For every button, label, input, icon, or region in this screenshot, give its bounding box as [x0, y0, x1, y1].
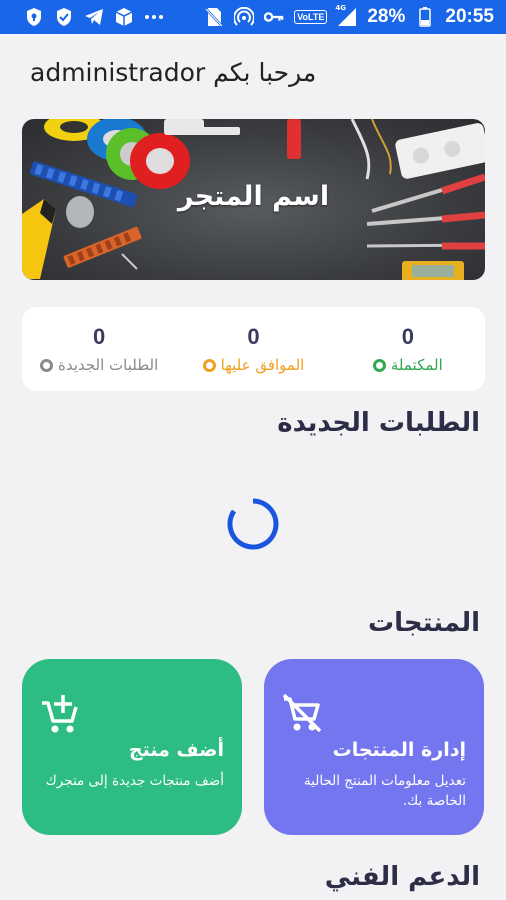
new-orders-status-dot [40, 358, 54, 372]
add-cart-icon [42, 695, 78, 733]
add-product-card[interactable]: أضف منتج أضف منتجات جديدة إلى متجرك [22, 659, 242, 835]
manage-products-description: تعديل معلومات المنتج الحالية الخاصة بك. [303, 773, 466, 809]
loading-spinner [227, 498, 279, 550]
support-heading: الدعم الفني [324, 862, 480, 892]
remove-cart-icon [282, 693, 322, 733]
key-icon [264, 7, 284, 27]
products-heading: المنتجات [368, 608, 480, 638]
add-product-title: أضف منتج [128, 739, 224, 761]
stat-completed[interactable]: 0 المكتملة [333, 324, 483, 374]
signal-icon: 4G [335, 4, 357, 27]
stat-completed-label-row: المكتملة [372, 356, 443, 374]
stat-approved[interactable]: 0 الموافق عليها [178, 324, 328, 374]
stat-approved-label-row: الموافق عليها [202, 356, 305, 374]
status-bar-system: VoLTE 4G 28% 20:55 [204, 4, 494, 28]
stat-approved-value: 0 [247, 324, 260, 349]
store-banner[interactable]: اسم المتجر [22, 119, 485, 280]
shield-check-icon [54, 7, 74, 27]
add-product-description: أضف منتجات جديدة إلى متجرك [45, 773, 224, 789]
hotspot-icon [234, 7, 255, 27]
manage-products-card[interactable]: إدارة المنتجات تعديل معلومات المنتج الحا… [264, 659, 484, 835]
sim-off-icon [204, 7, 224, 27]
more-icon [144, 7, 164, 27]
volte-icon: VoLTE [294, 10, 328, 24]
battery-icon [415, 7, 435, 27]
stat-new-orders-label: الطلبات الجديدة [58, 356, 159, 374]
stat-new-orders-label-row: الطلبات الجديدة [40, 356, 158, 374]
approved-status-dot [202, 358, 216, 372]
shield-icon [24, 7, 44, 27]
completed-status-dot [372, 358, 386, 372]
stat-new-orders-value: 0 [93, 324, 106, 349]
network-type-label: 4G [335, 4, 346, 12]
telegram-icon [84, 7, 104, 27]
new-orders-heading: الطلبات الجديدة [277, 408, 480, 438]
greeting-text: مرحبا بكم administrador [30, 58, 317, 87]
box-icon [114, 7, 134, 27]
store-name-title: اسم المتجر [177, 181, 330, 212]
order-stats-card: 0 المكتملة 0 الموافق عليها 0 الطلبات الج… [22, 307, 485, 391]
manage-products-title: إدارة المنتجات [332, 739, 466, 761]
battery-percent: 28% [367, 6, 406, 27]
stat-new-orders[interactable]: 0 الطلبات الجديدة [24, 324, 174, 374]
stat-approved-label: الموافق عليها [220, 356, 305, 374]
status-bar-notifications [24, 7, 164, 27]
clock: 20:55 [445, 6, 494, 27]
stat-completed-label: المكتملة [390, 356, 443, 374]
stat-completed-value: 0 [401, 324, 414, 349]
status-bar: VoLTE 4G 28% 20:55 [0, 0, 506, 34]
